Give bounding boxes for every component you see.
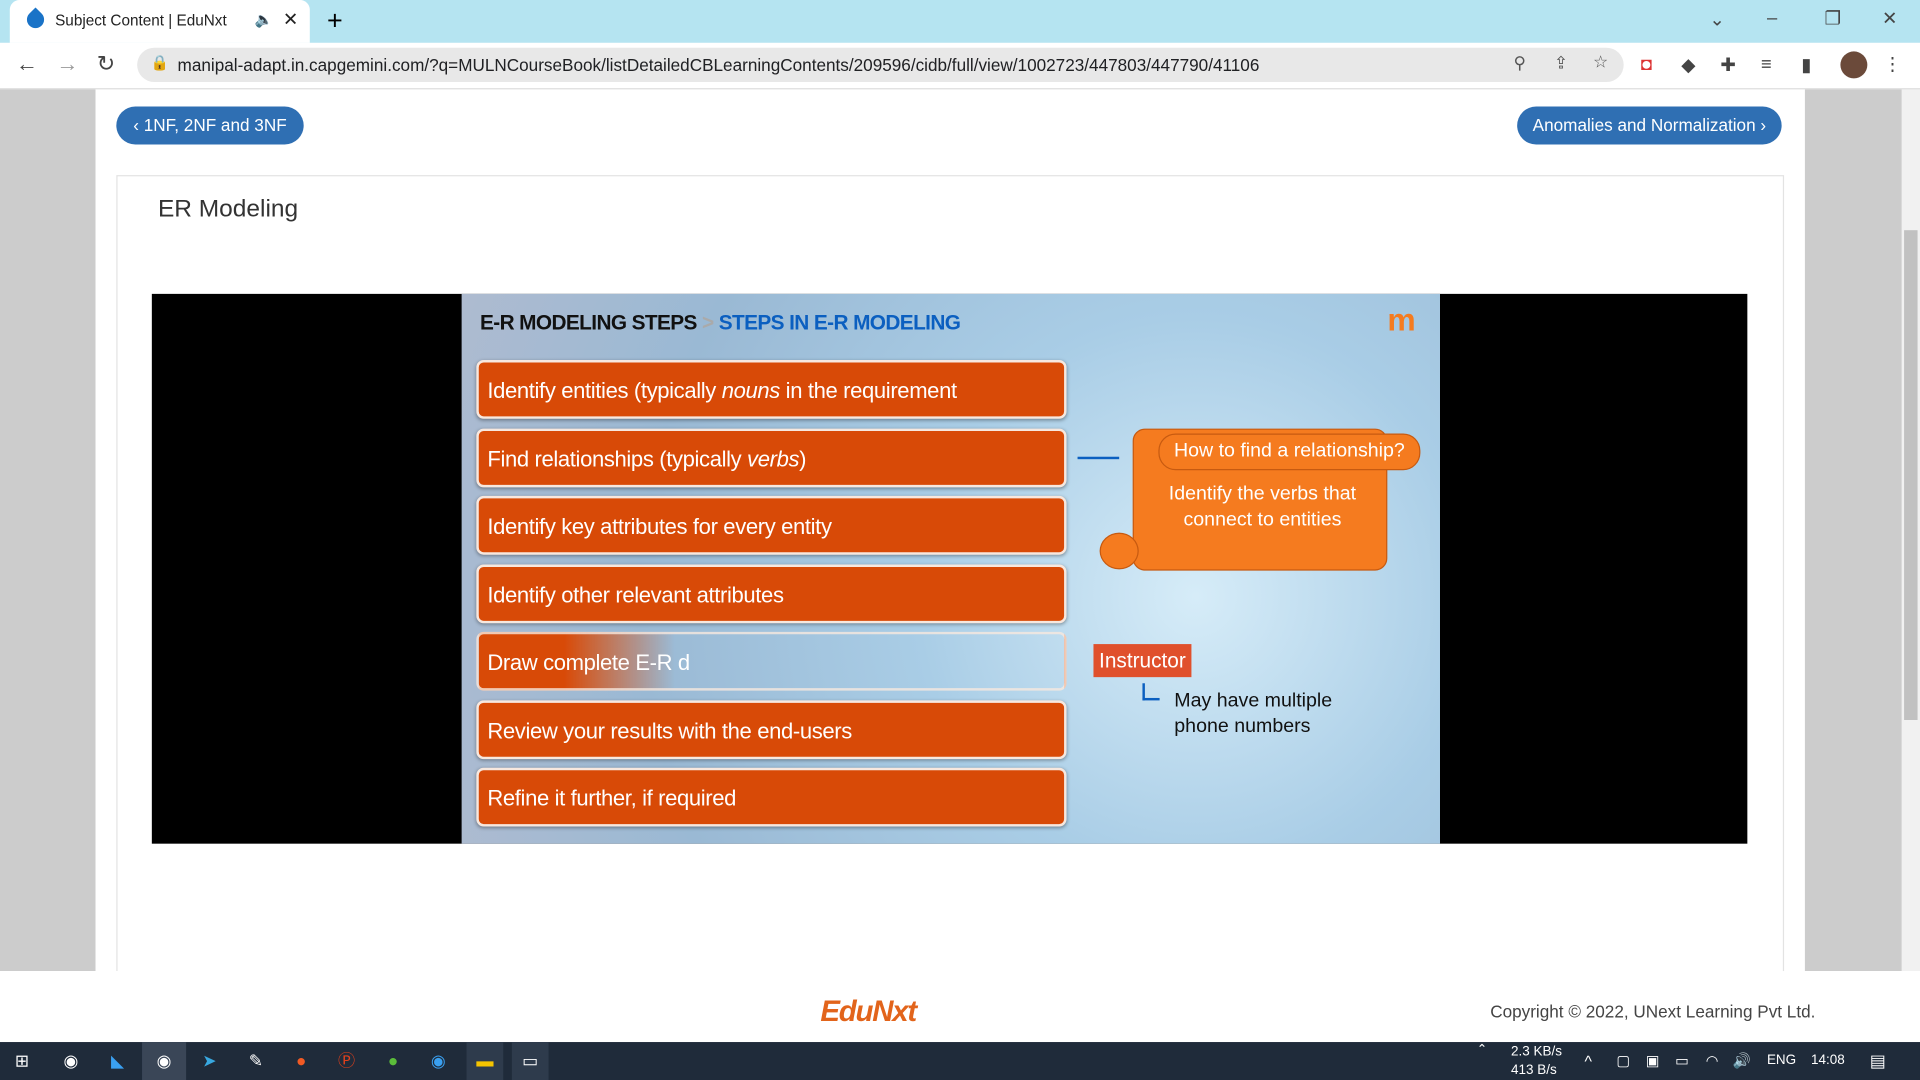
share-icon[interactable]: ⇪ bbox=[1554, 53, 1568, 74]
scroll-title: How to find a relationship? bbox=[1158, 433, 1421, 471]
new-tab-icon[interactable]: + bbox=[327, 5, 343, 37]
chrome-icon[interactable]: ◉ bbox=[53, 1042, 90, 1080]
step-2: Find relationships (typically verbs) bbox=[476, 428, 1067, 488]
copyright-text: Copyright © 2022, UNext Learning Pvt Ltd… bbox=[1490, 1001, 1816, 1022]
meet-icon[interactable]: ▣ bbox=[1646, 1052, 1660, 1069]
tab-strip: Subject Content | EduNxt 🔈 ✕ + ⌄ – ❐ ✕ bbox=[0, 0, 1920, 43]
edunxt-logo: EduNxt bbox=[820, 995, 917, 1029]
extension-icon[interactable]: ◘ bbox=[1641, 54, 1652, 75]
instructor-note: May have multiple phone numbers bbox=[1174, 690, 1333, 738]
video-slide[interactable]: E-R MODELING STEPS > STEPS IN E-R MODELI… bbox=[461, 293, 1441, 844]
menu-kebab-icon[interactable]: ⋮ bbox=[1883, 53, 1901, 75]
chrome-active-icon[interactable]: ◉ bbox=[142, 1042, 187, 1080]
chevron-up-icon: ⌃ bbox=[1476, 1043, 1488, 1057]
step-1: Identify entities (typically nouns in th… bbox=[476, 360, 1067, 459]
step-3: Identify key attributes for every entity bbox=[476, 495, 1067, 555]
telegram-icon[interactable]: ➤ bbox=[191, 1042, 228, 1080]
tray-expand-icon[interactable]: ^ bbox=[1584, 1052, 1591, 1070]
speaker-icon[interactable]: 🔈 bbox=[255, 11, 273, 28]
prev-lesson-button[interactable]: ‹ 1NF, 2NF and 3NF bbox=[116, 106, 304, 145]
step-6: Review your results with the end-users bbox=[476, 700, 1067, 760]
lock-icon: 🔒 bbox=[150, 53, 169, 72]
media-control-icon[interactable]: ≡ bbox=[1761, 54, 1772, 75]
browser-tab[interactable]: Subject Content | EduNxt 🔈 ✕ bbox=[9, 0, 310, 43]
windows-taskbar: ⊞ ◉ ◣ ◉ ➤ ✎ ● Ⓟ ● ◉ ▬ ▭ ⌃ 2.3 KB/s 413 B… bbox=[0, 1042, 1920, 1080]
url-text[interactable]: manipal-adapt.in.capgemini.com/?q=MULNCo… bbox=[178, 55, 1260, 75]
torrent-icon[interactable]: ● bbox=[375, 1042, 412, 1080]
scroll-curl bbox=[1099, 532, 1139, 570]
tab-search-icon[interactable]: ⌄ bbox=[1709, 9, 1724, 31]
connector-arrow-icon bbox=[1142, 683, 1160, 701]
close-window-icon[interactable]: ✕ bbox=[1882, 7, 1897, 30]
address-bar[interactable]: 🔒 manipal-adapt.in.capgemini.com/?q=MULN… bbox=[137, 47, 1624, 83]
side-panel-icon[interactable]: ▮ bbox=[1801, 54, 1811, 76]
scroll-body: Identify the verbs that connect to entit… bbox=[1168, 483, 1357, 531]
page-title: ER Modeling bbox=[157, 195, 299, 223]
brand-logo-icon: m bbox=[1387, 301, 1416, 338]
next-lesson-button[interactable]: Anomalies and Normalization › bbox=[1517, 106, 1782, 145]
minimize-icon[interactable]: – bbox=[1767, 7, 1777, 28]
extension-2-icon[interactable]: ◆ bbox=[1681, 54, 1695, 76]
slide-breadcrumb: E-R MODELING STEPS > STEPS IN E-R MODELI… bbox=[480, 311, 961, 335]
step-4: Identify other relevant attributes bbox=[476, 564, 1067, 624]
page-scrollbar[interactable] bbox=[1901, 89, 1920, 1043]
wifi-icon[interactable]: ◠ bbox=[1706, 1052, 1719, 1069]
instructor-label: Instructor bbox=[1093, 644, 1192, 678]
relationship-scroll: How to find a relationship? Identify the… bbox=[1099, 428, 1421, 571]
close-tab-icon[interactable]: ✕ bbox=[283, 9, 298, 31]
restore-icon[interactable]: ❐ bbox=[1824, 7, 1840, 30]
language-indicator[interactable]: ENG bbox=[1767, 1053, 1796, 1068]
bookmark-star-icon[interactable]: ☆ bbox=[1593, 51, 1608, 72]
file-explorer-icon[interactable]: ▬ bbox=[466, 1042, 504, 1080]
browser-toolbar: ← → ↻ 🔒 manipal-adapt.in.capgemini.com/?… bbox=[0, 42, 1920, 90]
tab-title: Subject Content | EduNxt bbox=[55, 12, 227, 30]
powerpoint-icon[interactable]: Ⓟ bbox=[328, 1042, 365, 1080]
windows-start-icon[interactable]: ⊞ bbox=[4, 1042, 41, 1080]
browser-icon[interactable]: ◉ bbox=[420, 1042, 457, 1080]
clock[interactable]: 14:08 bbox=[1811, 1053, 1845, 1068]
reload-icon[interactable]: ↻ bbox=[97, 51, 115, 77]
forward-icon[interactable]: → bbox=[56, 51, 78, 77]
postman-icon[interactable]: ● bbox=[283, 1042, 320, 1080]
vscode-icon[interactable]: ◣ bbox=[99, 1042, 136, 1080]
app-icon[interactable]: ✎ bbox=[238, 1042, 275, 1080]
volume-icon[interactable]: 🔊 bbox=[1733, 1052, 1751, 1069]
favicon-icon bbox=[23, 7, 48, 32]
profile-avatar[interactable] bbox=[1840, 51, 1868, 79]
tray-icon[interactable]: ▢ bbox=[1616, 1052, 1630, 1069]
extensions-puzzle-icon[interactable]: ✚ bbox=[1720, 54, 1735, 76]
back-icon[interactable]: ← bbox=[16, 51, 38, 77]
page-footer: EduNxt Copyright © 2022, UNext Learning … bbox=[0, 971, 1920, 1043]
net-download: 413 B/s bbox=[1511, 1062, 1557, 1078]
arrow-icon bbox=[1077, 456, 1120, 460]
step-7: Refine it further, if required bbox=[476, 767, 1067, 827]
photos-icon[interactable]: ▭ bbox=[511, 1042, 549, 1080]
net-upload: 2.3 KB/s bbox=[1511, 1044, 1562, 1060]
step-5: Draw complete E-R d bbox=[476, 631, 1067, 691]
notifications-icon[interactable]: ▤ bbox=[1870, 1051, 1886, 1072]
zoom-icon[interactable]: ⚲ bbox=[1513, 53, 1526, 74]
battery-icon[interactable]: ▭ bbox=[1675, 1052, 1689, 1069]
